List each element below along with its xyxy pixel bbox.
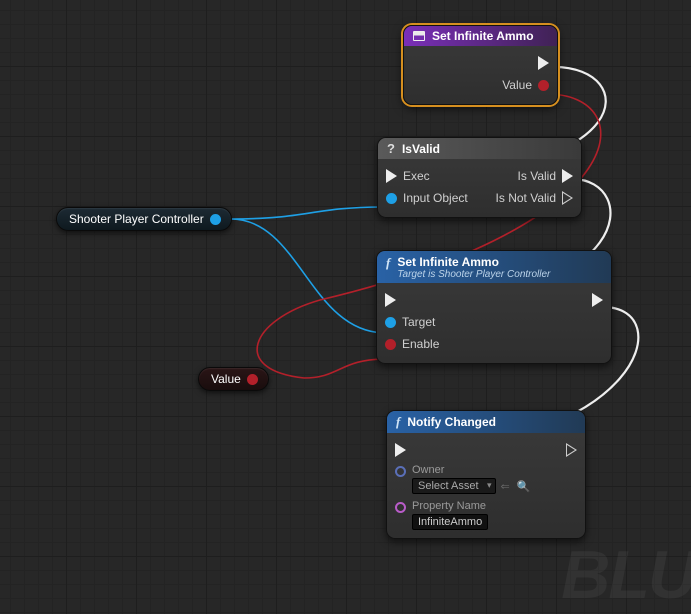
- node-title: IsValid: [402, 142, 440, 156]
- exec-output-pin[interactable]: [566, 443, 577, 457]
- node-title: Set Infinite Ammo: [432, 29, 534, 43]
- pin-label-owner: Owner: [412, 464, 532, 476]
- exec-output-pin[interactable]: [592, 293, 603, 307]
- pin-label-enable: Enable: [402, 337, 439, 351]
- input-pin-owner[interactable]: [395, 466, 406, 477]
- node-header[interactable]: f Notify Changed: [387, 411, 585, 433]
- browse-asset-button[interactable]: 🔍: [515, 480, 533, 493]
- node-isvalid[interactable]: ? IsValid Exec Is Valid Input Object Is …: [377, 137, 582, 218]
- input-pin-inputobject[interactable]: [386, 193, 397, 204]
- exec-input-pin[interactable]: [395, 443, 406, 457]
- output-pin-bool[interactable]: [247, 374, 258, 385]
- pill-label: Value: [211, 372, 241, 386]
- variable-pill-shooter-player-controller[interactable]: Shooter Player Controller: [56, 207, 232, 231]
- custom-event-icon: [413, 31, 425, 41]
- exec-output-isnotvalid[interactable]: [562, 191, 573, 205]
- use-selected-button[interactable]: ⇐: [499, 480, 512, 493]
- node-set-infinite-ammo-event[interactable]: Set Infinite Ammo Value: [403, 25, 558, 105]
- pill-label: Shooter Player Controller: [69, 212, 204, 226]
- watermark-text: BLU: [561, 536, 691, 614]
- variable-pill-value[interactable]: Value: [198, 367, 269, 391]
- pin-label-inputobject: Input Object: [403, 191, 468, 205]
- function-icon: f: [386, 255, 390, 271]
- node-header[interactable]: ? IsValid: [378, 138, 581, 159]
- pin-label-isvalid: Is Valid: [518, 169, 556, 183]
- node-set-infinite-ammo-function[interactable]: f Set Infinite Ammo Target is Shooter Pl…: [376, 250, 612, 364]
- exec-output-pin[interactable]: [538, 56, 549, 70]
- input-propertyname[interactable]: InfiniteAmmo: [412, 514, 488, 530]
- input-pin-enable[interactable]: [385, 339, 396, 350]
- asset-dropdown-owner[interactable]: Select Asset: [412, 478, 496, 494]
- exec-output-isvalid[interactable]: [562, 169, 573, 183]
- output-pin-object[interactable]: [210, 214, 221, 225]
- input-pin-propertyname[interactable]: [395, 502, 406, 513]
- pin-label-target: Target: [402, 315, 435, 329]
- macro-icon: ?: [387, 141, 395, 156]
- node-header[interactable]: f Set Infinite Ammo Target is Shooter Pl…: [377, 251, 611, 283]
- pin-label-propertyname: Property Name: [412, 500, 488, 512]
- node-subtitle: Target is Shooter Player Controller: [397, 269, 550, 280]
- node-notify-changed[interactable]: f Notify Changed Owner Select Asset ⇐ 🔍: [386, 410, 586, 539]
- pin-label-isnotvalid: Is Not Valid: [496, 191, 556, 205]
- node-title: Notify Changed: [407, 415, 496, 429]
- input-pin-target[interactable]: [385, 317, 396, 328]
- pin-label-value: Value: [502, 78, 532, 92]
- output-pin-value[interactable]: [538, 80, 549, 91]
- node-header[interactable]: Set Infinite Ammo: [404, 26, 557, 46]
- node-title: Set Infinite Ammo: [397, 255, 499, 269]
- exec-input-pin[interactable]: [386, 169, 397, 183]
- pin-label-exec: Exec: [403, 169, 430, 183]
- exec-input-pin[interactable]: [385, 293, 396, 307]
- function-icon: f: [396, 414, 400, 430]
